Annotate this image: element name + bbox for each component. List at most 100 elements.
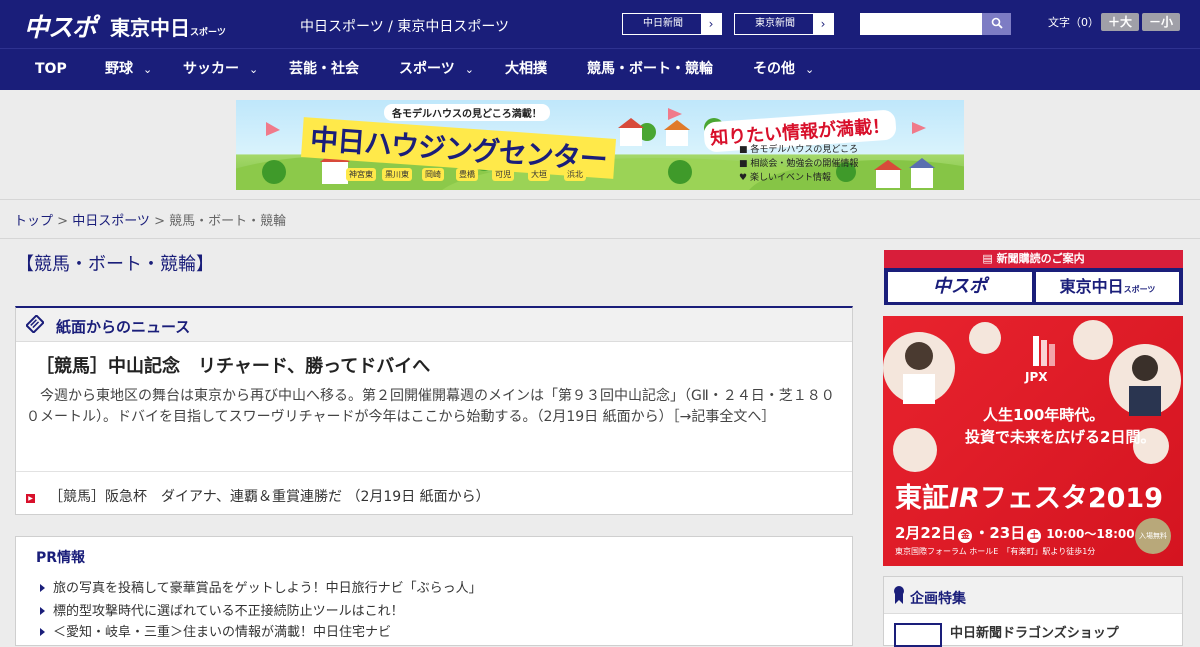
feature-item[interactable]: 中日新聞ドラゴンズショップ (950, 622, 1119, 641)
breadcrumb-separator: > (53, 214, 73, 229)
news-list-item[interactable]: ▶ ［競馬］阪急杯 ダイアナ、連覇＆重賞連勝だ （2月19日 紙面から） (26, 486, 490, 506)
subscribe-tokyo-text: 東京中日 (1059, 277, 1124, 296)
banner-location: 浜北 (564, 168, 586, 181)
breadcrumb-separator: > (149, 214, 170, 229)
subscription-heading-text: 新聞購読のご案内 (996, 252, 1085, 265)
nav-label: 芸能・社会 (289, 61, 359, 77)
tokyo-shimbun-label: 東京新聞 (755, 18, 795, 29)
font-bigger-button[interactable]: ＋大 (1101, 13, 1139, 31)
feature-section: 企画特集 中日新聞ドラゴンズショップ (883, 576, 1183, 647)
banner-bullet-text: 相談会・勉強会の開催情報 (750, 159, 859, 169)
nav-top[interactable]: TOP (35, 49, 67, 90)
chunichi-shimbun-link[interactable]: 中日新聞 › (622, 13, 722, 35)
banner-bullet: ♥ 楽しいイベント情報 (739, 173, 831, 183)
pr-item-text: 旅の写真を投稿して豪華賞品をゲットしよう！中日旅行ナビ「ぶらっ人」 (53, 581, 482, 596)
banner-top-text: 各モデルハウスの見どころ満載！ (384, 104, 550, 121)
jpx-line2: 投資で未来を広げる2日間。 (965, 428, 1156, 446)
breadcrumb-section-link[interactable]: 中日スポーツ (72, 214, 150, 229)
search-input[interactable] (860, 13, 982, 35)
jpx-title: 東証IRフェスタ2019 (895, 476, 1163, 515)
triangle-bullet-icon (40, 607, 45, 615)
nav-label: スポーツ (399, 61, 455, 77)
jpx-title-ir: IR (949, 483, 980, 514)
chevron-down-icon: ⌄ (143, 63, 153, 76)
nav-sumo[interactable]: 大相撲 (505, 49, 547, 90)
lead-article-body[interactable]: 今週から東地区の舞台は東京から再び中山へ移る。第２回開催開幕週のメインは「第９３… (26, 386, 844, 428)
subscribe-tokyo-suffix: スポーツ (1123, 285, 1156, 294)
feature-section-title: 企画特集 (910, 591, 966, 607)
tokyo-logo-suffix: スポーツ (190, 28, 226, 38)
newspaper-icon (26, 315, 44, 333)
breadcrumb: トップ > 中日スポーツ > 競馬・ボート・競輪 (14, 210, 286, 229)
banner-bullet: ■ 相談会・勉強会の開催情報 (739, 159, 859, 169)
nav-keiba[interactable]: 競馬・ボート・競輪 (587, 49, 713, 90)
top-header: 中スポ 東京中日スポーツ 中日スポーツ / 東京中日スポーツ 中日新聞 › 東京… (0, 0, 1200, 48)
jpx-line1: 人生100年時代。 (983, 406, 1105, 424)
chuspo-logo[interactable]: 中スポ (24, 8, 97, 44)
main-nav: TOP 野球 ⌄ サッカー ⌄ 芸能・社会 スポーツ ⌄ 大相撲 競馬・ボート・競輪 … (0, 48, 1200, 90)
news-section: 紙面からのニュース ［競馬］中山記念 リチャード、勝ってドバイへ 今週から東地区… (15, 306, 853, 515)
news-section-header: 紙面からのニュース (16, 308, 852, 342)
pr-list-item[interactable]: ＜愛知・岐阜・三重＞住まいの情報が満載！中日住宅ナビ (40, 621, 391, 640)
search-button[interactable] (982, 13, 1011, 35)
nav-label: 大相撲 (505, 61, 547, 77)
jpx-venue: 東京国際フォーラム ホールE 「有楽町」駅より徒歩1分 (895, 546, 1095, 557)
banner-location: 黒川東 (382, 168, 412, 181)
tokyo-shimbun-link[interactable]: 東京新聞 › (734, 13, 834, 35)
pr-section-title: PR情報 (36, 550, 86, 566)
chunichi-shimbun-label: 中日新聞 (643, 18, 683, 29)
jpx-brand: JPX (1025, 370, 1048, 384)
nav-baseball[interactable]: 野球 ⌄ (105, 49, 152, 90)
feature-thumbnail[interactable] (894, 623, 942, 647)
jpx-access-text: 「有楽町」駅より徒歩1分 (1006, 547, 1096, 556)
font-size-label: 文字（0） (1048, 16, 1099, 29)
subscription-heading: ▤ 新聞購読のご案内 (884, 250, 1183, 268)
pr-list-item[interactable]: 旅の写真を投稿して豪華賞品をゲットしよう！中日旅行ナビ「ぶらっ人」 (40, 577, 482, 596)
page-title: 【競馬・ボート・競輪】 (16, 254, 214, 275)
banner-bullet-text: 各モデルハウスの見どころ (750, 145, 859, 155)
banner-location: 可児 (492, 168, 514, 181)
jpx-date1: 2月22日 (895, 524, 957, 542)
font-smaller-button[interactable]: －小 (1142, 13, 1180, 31)
jpx-venue-text: 東京国際フォーラム ホールE (895, 547, 999, 556)
divider (0, 238, 1200, 239)
lead-article-title[interactable]: ［競馬］中山記念 リチャード、勝ってドバイへ (36, 352, 430, 378)
nav-label: 野球 (105, 61, 133, 77)
news-item-text: ［競馬］阪急杯 ダイアナ、連覇＆重賞連勝だ （2月19日 紙面から） (49, 489, 490, 505)
chevron-down-icon: ⌄ (464, 63, 474, 76)
pr-list-item[interactable]: 標的型攻撃時代に選ばれている不正接続防止ツールはこれ！ (40, 600, 404, 619)
nav-other[interactable]: その他 ⌄ (753, 49, 814, 90)
jpx-free-badge: 入場無料 (1135, 518, 1171, 554)
search-icon (991, 17, 1003, 29)
banner-location: 岡崎 (422, 168, 444, 181)
tokyo-logo-text: 東京中日 (110, 16, 190, 40)
tokyo-chunichi-logo[interactable]: 東京中日スポーツ (110, 12, 226, 41)
pr-item-text: 標的型攻撃時代に選ばれている不正接続防止ツールはこれ！ (53, 604, 404, 619)
subscribe-chuspo-button[interactable]: 中スポ (888, 272, 1032, 302)
ribbon-icon (894, 586, 904, 604)
chevron-right-icon: › (701, 14, 721, 34)
nav-label: その他 (753, 61, 795, 77)
jpx-title-suffix: フェスタ2019 (979, 483, 1163, 514)
banner-location: 大垣 (528, 168, 550, 181)
chevron-right-icon: › (813, 14, 833, 34)
nav-soccer[interactable]: サッカー ⌄ (183, 49, 258, 90)
breadcrumb-top-link[interactable]: トップ (14, 214, 53, 229)
nav-label: 競馬・ボート・競輪 (587, 61, 713, 77)
chevron-down-icon: ⌄ (249, 63, 259, 76)
subscribe-tokyo-button[interactable]: 東京中日スポーツ (1036, 272, 1179, 302)
nav-label: TOP (35, 61, 67, 77)
housing-center-banner[interactable]: 各モデルハウスの見どころ満載！ 中日ハウジングセンター 知りたい情報が満載！ ■… (236, 100, 964, 190)
chevron-down-icon: ⌄ (805, 63, 815, 76)
site-name: 中日スポーツ / 東京中日スポーツ (300, 19, 510, 35)
triangle-bullet-icon (40, 584, 45, 592)
nav-entertainment[interactable]: 芸能・社会 (289, 49, 359, 90)
jpx-ir-festa-ad[interactable]: JPX 人生100年時代。 投資で未来を広げる2日間。 東証IRフェスタ2019… (883, 316, 1183, 566)
nav-label: サッカー (183, 61, 239, 77)
newspaper-icon: ▤ (982, 252, 997, 265)
jpx-date2: 23日 (989, 524, 1026, 542)
subscription-box: ▤ 新聞購読のご案内 中スポ 東京中日スポーツ (884, 250, 1183, 305)
banner-location: 豊橋 (456, 168, 478, 181)
nav-sports[interactable]: スポーツ ⌄ (399, 49, 474, 90)
divider (0, 199, 1200, 200)
